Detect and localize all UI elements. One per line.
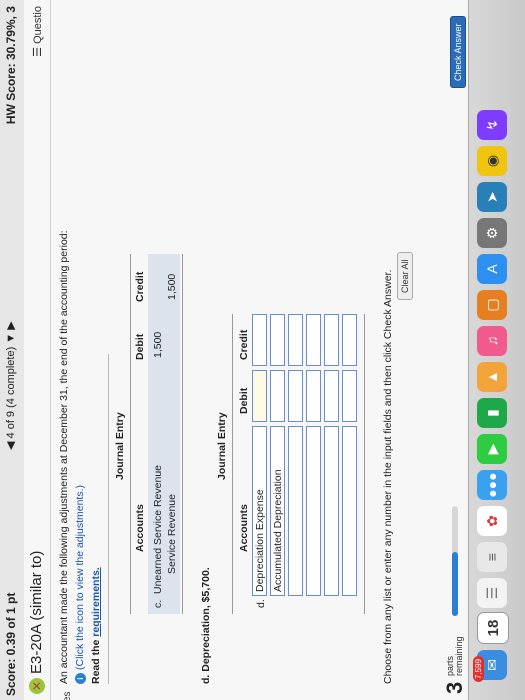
keynote-icon[interactable]: ▲ [477, 362, 507, 392]
credit-input[interactable] [288, 314, 303, 366]
debit-input[interactable] [324, 370, 339, 422]
debit-header-d: Debit [238, 387, 250, 414]
account-cell: Service Revenue [166, 494, 178, 574]
reminders-icon[interactable]: ≡ [477, 542, 507, 572]
clear-all-button[interactable]: Clear All [397, 252, 413, 300]
ibooks-icon[interactable]: ▢ [477, 290, 507, 320]
entry-letter-d: d. [255, 599, 267, 608]
pager-text: 4 of 9 (4 complete) [5, 346, 17, 439]
hw-score: HW Score: 30.79%, 3 [4, 6, 18, 125]
info-icon[interactable]: i [75, 673, 86, 684]
questions-menu[interactable]: ☰ Questio [31, 6, 44, 57]
debit-input[interactable] [270, 370, 285, 422]
credit-input[interactable] [270, 314, 285, 366]
account-select[interactable] [342, 426, 357, 596]
credit-header-c: Credit [134, 271, 146, 302]
parts-progress-fill [452, 552, 458, 616]
calendar-icon[interactable]: 18 [477, 612, 509, 644]
entry-letter-c: c. [152, 599, 164, 608]
notes-icon[interactable]: ☰ [477, 578, 507, 608]
debit-input[interactable] [252, 370, 267, 422]
question-title: E3-20A (similar to) [28, 550, 45, 674]
question-header: ✕ E3-20A (similar to) ☰ Questio [24, 0, 51, 700]
table-top-d [232, 314, 233, 614]
list-icon: ☰ [32, 46, 44, 57]
next-arrow-icon[interactable]: ▶ [5, 321, 17, 329]
account-cell: Unearned Service Revenue [152, 465, 164, 594]
system-preferences-icon[interactable]: ⚙ [477, 218, 507, 248]
question-content: es An accountant made the following adju… [52, 0, 468, 700]
mail-icon[interactable]: ✉ 7,599 [473, 650, 507, 682]
parts-progress-bar [452, 506, 458, 616]
account-select[interactable] [324, 426, 339, 596]
account-select[interactable] [288, 426, 303, 596]
accounts-header-c: Accounts [134, 504, 146, 552]
prev-arrow-icon[interactable]: ◀ [5, 442, 17, 450]
bluetooth-icon[interactable]: ↯ [477, 110, 507, 140]
photos-icon[interactable]: ✿ [477, 506, 507, 536]
debit-header-c: Debit [134, 333, 146, 360]
dock: ✉ 7,599 18 ☰ ≡ ✿ ●●● ▶ ▮ ▲ ♫ ▢ A ⚙ ➤ ◉ ↯ [468, 0, 525, 700]
credit-input[interactable] [252, 314, 267, 366]
table-top-c [130, 254, 131, 614]
account-select[interactable]: Depreciation Expense [252, 426, 267, 596]
safari-icon[interactable]: ➤ [477, 182, 507, 212]
read-requirements: Read the requirements. [90, 567, 102, 684]
entry-d-prompt: d. Depreciation, $5,700. [200, 567, 212, 684]
debit-input[interactable] [306, 370, 321, 422]
account-select[interactable]: Accumulated Depreciation [270, 426, 285, 596]
journal-entry-title-c: Journal Entry [114, 412, 126, 480]
credit-input[interactable] [342, 314, 357, 366]
question-title-wrap: ✕ E3-20A (similar to) [28, 551, 45, 694]
account-select[interactable] [306, 426, 321, 596]
instruction-text: Choose from any list or enter any number… [382, 269, 394, 684]
dropdown-arrow-icon[interactable]: ▼ [5, 333, 17, 344]
facetime-icon[interactable]: ▶ [477, 434, 507, 464]
parts-count: 3 [442, 681, 467, 694]
mail-badge: 7,599 [473, 655, 484, 682]
parts-label: parts remaining [445, 636, 464, 676]
chrome-icon[interactable]: ◉ [477, 146, 507, 176]
table-bottom-d [364, 314, 365, 614]
side-panel-tab[interactable]: es [62, 691, 73, 700]
credit-input[interactable] [306, 314, 321, 366]
score-text: Score: 0.39 of 1 pt [4, 592, 18, 696]
credit-cell: 1,500 [166, 273, 178, 300]
requirements-link[interactable]: requirements. [90, 567, 102, 636]
divider [108, 354, 109, 684]
numbers-icon[interactable]: ▮ [477, 398, 507, 428]
table-bottom-c [182, 254, 183, 614]
debit-input[interactable] [342, 370, 357, 422]
credit-input[interactable] [324, 314, 339, 366]
messages-icon[interactable]: ●●● [477, 470, 507, 500]
score-bar: Score: 0.39 of 1 pt ◀ 4 of 9 (4 complete… [0, 0, 25, 700]
questions-label: Questio [32, 6, 44, 44]
app-store-icon[interactable]: A [477, 254, 507, 284]
question-pager[interactable]: ◀ 4 of 9 (4 complete) ▼ ▶ [4, 321, 17, 450]
intro-text: An accountant made the following adjustm… [58, 230, 70, 684]
debit-input[interactable] [288, 370, 303, 422]
screen: Score: 0.39 of 1 pt ◀ 4 of 9 (4 complete… [0, 0, 525, 700]
credit-header-d: Credit [238, 329, 250, 360]
itunes-icon[interactable]: ♫ [477, 326, 507, 356]
partial-credit-icon: ✕ [29, 678, 45, 694]
accounts-header-d: Accounts [238, 504, 250, 552]
debit-cell: 1,500 [152, 331, 164, 358]
check-answer-button[interactable]: Check Answer [450, 16, 466, 88]
adjustments-link[interactable]: i(Click the icon to view the adjustments… [74, 485, 86, 684]
journal-entry-title-d: Journal Entry [216, 412, 228, 480]
